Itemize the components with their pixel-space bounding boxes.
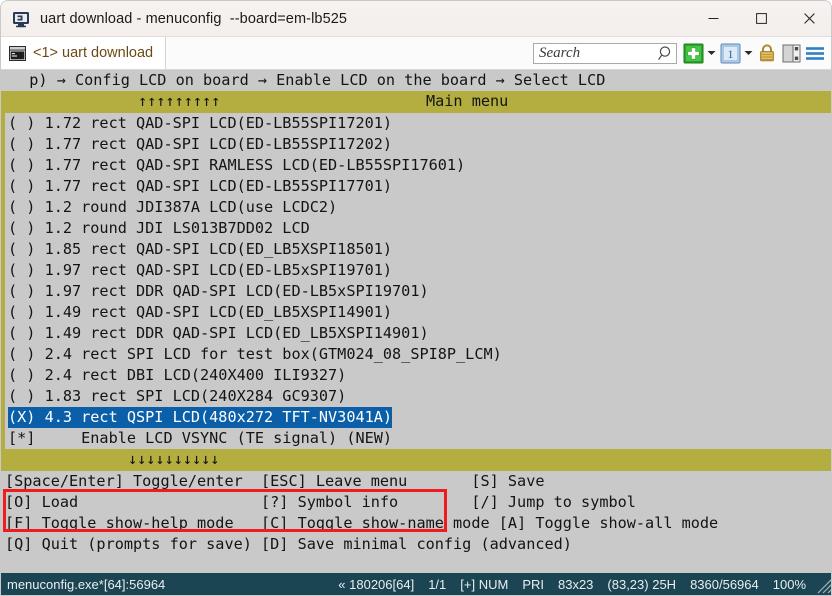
svg-text:1: 1 <box>727 47 733 61</box>
status-cell: 1/1 <box>428 576 447 592</box>
help-line: [Space/Enter] Toggle/enter [ESC] Leave m… <box>5 472 545 490</box>
menu-item[interactable]: ( ) 2.4 rect SPI LCD for test box(GTM024… <box>8 344 831 365</box>
console-window-icon <box>9 45 26 61</box>
status-bar: menuconfig.exe*[64]:56964 « 180206[64] 1/… <box>1 573 831 595</box>
status-cell: 8360/56964 <box>690 576 759 592</box>
help-line: [O] Load [?] Symbol info [/] Jump to sym… <box>5 493 636 511</box>
menu-item[interactable]: ( ) 1.83 rect SPI LCD(240X284 GC9307) <box>8 386 831 407</box>
help-line: [Q] Quit (prompts for save) [D] Save min… <box>5 535 572 553</box>
padlock-icon[interactable] <box>755 41 779 65</box>
toolbar: <1> uart download Search 1 <box>1 37 831 70</box>
menu-item[interactable]: ( ) 1.2 round JDI387A LCD(use LCDC2) <box>8 197 831 218</box>
search-box[interactable] <box>533 42 677 64</box>
menu-item[interactable]: ( ) 2.4 rect DBI LCD(240X400 ILI9327) <box>8 365 831 386</box>
terminal-monitor-icon <box>12 10 30 28</box>
toolbar-actions: 1 <box>533 41 831 65</box>
status-cell: 100% <box>772 576 806 592</box>
status-cells: « 180206[64] 1/1 [+] NUM PRI 83x23 (83,23) 25… <box>331 577 815 592</box>
search-magnifier-icon[interactable] <box>656 44 676 63</box>
menu-item[interactable]: ( ) 1.85 rect QAD-SPI LCD(ED_LB5XSPI1850… <box>8 239 831 260</box>
resize-grip[interactable] <box>815 573 831 595</box>
menu-item[interactable]: ( ) 1.97 rect QAD-SPI LCD(ED-LB5xSPI1970… <box>8 260 831 281</box>
terminal-window: uart download - menuconfig --board=em-lb… <box>0 0 832 596</box>
breadcrumb: p) → Config LCD on board → Enable LCD on… <box>1 70 831 91</box>
scroll-up-indicator: ↑↑↑↑↑↑↑↑↑ <box>138 92 221 110</box>
status-cell: [+] NUM <box>460 576 509 592</box>
tab-uart-download[interactable]: <1> uart download <box>1 37 167 69</box>
menu-item[interactable]: ( ) 1.49 rect QAD-SPI LCD(ED_LB5XSPI1490… <box>8 302 831 323</box>
status-process: menuconfig.exe*[64]:56964 <box>7 576 166 592</box>
menu-bottom-bar: ↓↓↓↓↓↓↓↓↓↓ <box>1 449 831 471</box>
menu-item[interactable]: ( ) 1.97 rect DDR QAD-SPI LCD(ED-LB5xSPI… <box>8 281 831 302</box>
menu-item-selected[interactable]: (X) 4.3 rect QSPI LCD(480x272 TFT-NV3041… <box>8 407 393 428</box>
status-cell: (83,23) 25H <box>607 576 677 592</box>
terminal-content[interactable]: p) → Config LCD on board → Enable LCD on… <box>1 70 831 575</box>
title-bar: uart download - menuconfig --board=em-lb… <box>1 1 831 37</box>
menu-list[interactable]: ( ) 1.72 rect QAD-SPI LCD(ED-LB55SPI1720… <box>1 113 831 449</box>
minimize-button[interactable] <box>689 1 737 37</box>
menu-item-selected-row[interactable]: (X) 4.3 rect QSPI LCD(480x272 TFT-NV3041… <box>8 407 831 428</box>
session-number-button[interactable]: 1 <box>718 41 742 65</box>
status-cell: PRI <box>522 576 544 592</box>
hamburger-list-icon[interactable] <box>803 41 827 65</box>
menu-item[interactable]: ( ) 1.72 rect QAD-SPI LCD(ED-LB55SPI1720… <box>8 113 831 134</box>
status-cell: 83x23 <box>557 576 594 592</box>
window-controls <box>689 1 831 37</box>
menu-item[interactable]: ( ) 1.2 round JDI LS013B7DD02 LCD <box>8 218 831 239</box>
menu-item[interactable]: ( ) 1.77 rect QAD-SPI RAMLESS LCD(ED-LB5… <box>8 155 831 176</box>
window-title: uart download - menuconfig --board=em-lb… <box>40 10 348 27</box>
tab-label: <1> uart download <box>33 45 154 61</box>
close-button[interactable] <box>785 1 831 37</box>
scroll-down-indicator: ↓↓↓↓↓↓↓↓↓↓ <box>128 450 220 468</box>
search-input[interactable] <box>534 43 656 63</box>
help-line: [F] Toggle show-help mode [C] Toggle sho… <box>5 514 719 532</box>
menu-title: Main menu <box>426 92 509 110</box>
status-cell: « 180206[64] <box>338 576 415 592</box>
menu-item[interactable]: ( ) 1.77 rect QAD-SPI LCD(ED-LB55SPI1770… <box>8 176 831 197</box>
menu-item-vsync[interactable]: [*] Enable LCD VSYNC (TE signal) (NEW) <box>8 428 831 449</box>
split-pane-icon[interactable] <box>779 41 803 65</box>
menu-item[interactable]: ( ) 1.49 rect DDR QAD-SPI LCD(ED_LB5XSPI… <box>8 323 831 344</box>
new-session-dropdown[interactable] <box>705 41 718 65</box>
maximize-button[interactable] <box>737 1 785 37</box>
menu-item[interactable]: ( ) 1.77 rect QAD-SPI LCD(ED-LB55SPI1720… <box>8 134 831 155</box>
session-number-dropdown[interactable] <box>742 41 755 65</box>
new-session-button[interactable] <box>681 41 705 65</box>
keybinding-help: [Space/Enter] Toggle/enter [ESC] Leave m… <box>1 471 831 555</box>
menu-top-bar: ↑↑↑↑↑↑↑↑↑ Main menu <box>1 91 831 113</box>
